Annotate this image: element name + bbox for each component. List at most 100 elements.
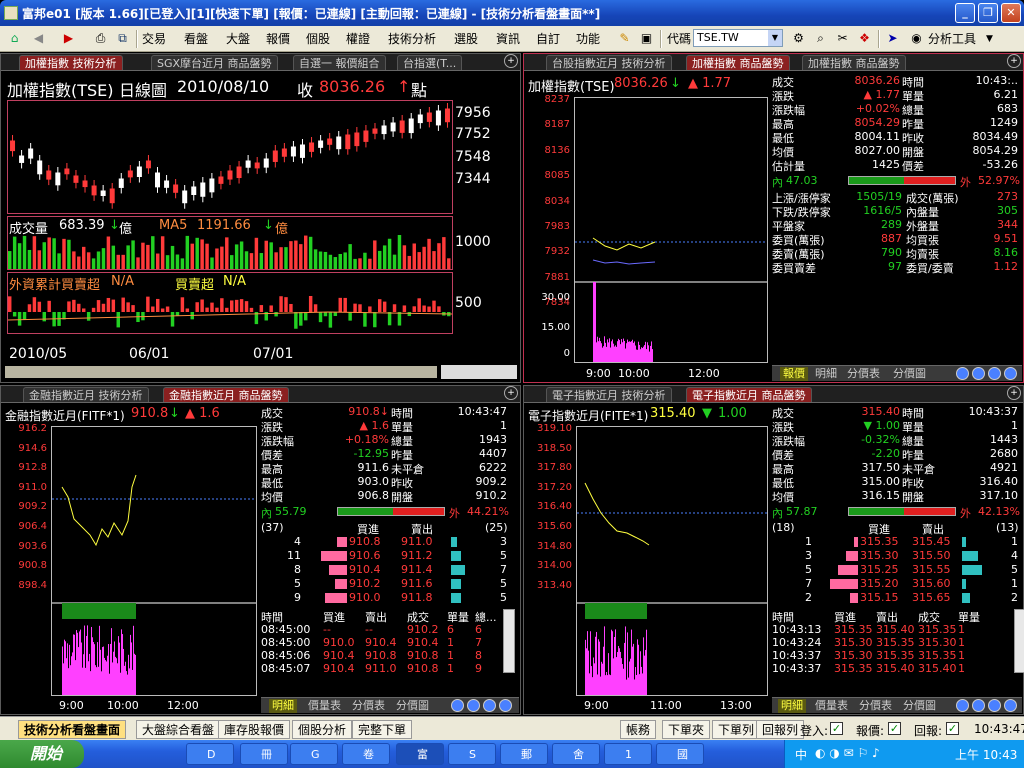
tab-detail[interactable]: 明細 — [812, 367, 840, 381]
taskbar-item[interactable]: G — [290, 743, 338, 765]
cursor-icon[interactable]: ➤ — [884, 30, 901, 47]
home-icon[interactable]: ⌂ — [6, 30, 23, 47]
tab-workspace-analysis[interactable]: 個股分析 — [292, 720, 353, 739]
taskbar-item[interactable]: 1 — [604, 743, 652, 765]
code-input[interactable]: TSE.TW ▼ — [693, 29, 783, 47]
close-button[interactable]: ✕ — [1001, 3, 1021, 23]
tab-workspace-technical[interactable]: 技術分析看盤畫面 — [18, 720, 127, 739]
taskbar-item[interactable]: 卷 — [342, 743, 390, 765]
zoom-icon[interactable]: + — [1007, 54, 1021, 68]
tab-taiex-market[interactable]: 加權指數 商品盤勢 — [686, 55, 790, 70]
tab-price-chart[interactable]: 分價圖 — [890, 367, 929, 381]
maximize-button[interactable]: ❐ — [978, 3, 998, 23]
start-button[interactable]: 開始 — [0, 740, 84, 768]
account-button[interactable]: 帳務 — [620, 720, 657, 739]
minimize-button[interactable]: _ — [955, 3, 975, 23]
tab-quote[interactable]: 報價 — [780, 367, 808, 381]
nav-first-icon[interactable] — [451, 699, 464, 712]
menu-function[interactable]: 功能 — [576, 29, 600, 49]
tab-price-chart[interactable]: 分價圖 — [900, 699, 939, 713]
nav-first-icon[interactable] — [956, 367, 969, 380]
order-folder-button[interactable]: 下單夾 — [662, 720, 711, 739]
nav-last-icon[interactable] — [499, 699, 512, 712]
popout-icon[interactable]: ⧉ — [114, 30, 131, 47]
taskbar-item-active[interactable]: 富 — [396, 743, 444, 765]
forward-icon[interactable]: ▶ — [60, 30, 77, 47]
quote-checkbox[interactable]: ✓ — [888, 722, 901, 735]
nav-prev-icon[interactable] — [972, 367, 985, 380]
chevron-down-icon[interactable]: ▼ — [768, 30, 782, 46]
back-icon[interactable]: ◀ — [30, 30, 47, 47]
menu-screener[interactable]: 選股 — [454, 29, 478, 49]
menu-watch[interactable]: 看盤 — [184, 29, 208, 49]
chart-tools[interactable] — [441, 365, 517, 379]
menu-quote[interactable]: 報價 — [266, 29, 290, 49]
tab-tw-tech[interactable]: 台股指數近月 技術分析 — [546, 55, 672, 70]
vertical-scrollbar[interactable] — [503, 609, 515, 673]
tab-price-table[interactable]: 分價表 — [349, 699, 388, 713]
menu-market[interactable]: 大盤 — [226, 29, 250, 49]
chevron-down-icon[interactable]: ▼ — [986, 29, 993, 49]
nav-last-icon[interactable] — [1004, 699, 1017, 712]
taskbar-item[interactable]: 郵 — [500, 743, 548, 765]
menu-trade[interactable]: 交易 — [142, 29, 166, 49]
tab-workspace-order[interactable]: 完整下單 — [352, 720, 413, 739]
pen-icon[interactable]: ✎ — [616, 30, 633, 47]
print-icon[interactable]: ⎙ — [92, 30, 109, 47]
report-checkbox[interactable]: ✓ — [946, 722, 959, 735]
tools-icon[interactable]: ✂ — [834, 30, 851, 47]
tab-watchlist[interactable]: 自選一 報價組合 — [293, 55, 386, 70]
tab-workspace-inventory[interactable]: 庫存股報價 — [218, 720, 291, 739]
title-bar[interactable]: 富邦e01 [版本 1.66][已登入][1][快速下單] [報價：已連線] [… — [0, 0, 1024, 26]
menu-warrant[interactable]: 權證 — [346, 29, 370, 49]
tab-taiex-market-2[interactable]: 加權指數 商品盤勢 — [802, 55, 906, 70]
tab-detail[interactable]: 明細 — [778, 699, 806, 713]
tab-price-table[interactable]: 分價表 — [856, 699, 895, 713]
menu-technical[interactable]: 技術分析 — [388, 29, 436, 49]
taskbar-item[interactable]: 國 — [656, 743, 704, 765]
tab-elec-tech[interactable]: 電子指數近月 技術分析 — [546, 387, 672, 402]
tab-detail[interactable]: 明細 — [269, 699, 297, 713]
menu-info[interactable]: 資訊 — [496, 29, 520, 49]
menu-custom[interactable]: 自訂 — [536, 29, 560, 49]
tray-icons[interactable]: ◐ ◑ ✉ ⚐ ♪ — [815, 746, 880, 760]
tab-elec-market[interactable]: 電子指數近月 商品盤勢 — [686, 387, 812, 402]
horizontal-scrollbar[interactable] — [5, 366, 437, 378]
analysis-tools-menu[interactable]: 分析工具 — [928, 29, 976, 49]
tab-volume-table[interactable]: 價量表 — [812, 699, 851, 713]
nav-next-icon[interactable] — [988, 367, 1001, 380]
taskbar-item[interactable]: D — [186, 743, 234, 765]
tab-sgx[interactable]: SGX摩台近月 商品盤勢 — [151, 55, 278, 70]
order-bar-button[interactable]: 下單列 — [712, 720, 761, 739]
tab-options[interactable]: 台指選(T... — [397, 55, 463, 70]
settings-icon[interactable]: ⚙ — [790, 30, 807, 47]
menu-stock[interactable]: 個股 — [306, 29, 330, 49]
nav-first-icon[interactable] — [956, 699, 969, 712]
tab-fin-tech[interactable]: 金融指數近月 技術分析 — [23, 387, 149, 402]
taskbar-item[interactable]: 冊 — [240, 743, 288, 765]
tab-price-chart[interactable]: 分價圖 — [393, 699, 432, 713]
nav-prev-icon[interactable] — [972, 699, 985, 712]
search-icon[interactable]: ⌕ — [812, 30, 829, 47]
report-bar-button[interactable]: 回報列 — [756, 720, 805, 739]
zoom-icon[interactable]: + — [504, 386, 518, 400]
window-icon[interactable]: ▣ — [638, 30, 655, 47]
taskbar-item[interactable]: S — [448, 743, 496, 765]
ime-indicator[interactable]: 中 — [795, 746, 807, 763]
tab-volume-table[interactable]: 價量表 — [305, 699, 344, 713]
taskbar-item[interactable]: 舍 — [552, 743, 600, 765]
nav-prev-icon[interactable] — [467, 699, 480, 712]
alert-icon[interactable]: ❖ — [856, 30, 873, 47]
nav-next-icon[interactable] — [483, 699, 496, 712]
tab-taiex-tech[interactable]: 加權指數 技術分析 — [19, 55, 123, 70]
analysis-icon[interactable]: ◉ — [908, 30, 925, 47]
zoom-icon[interactable]: + — [504, 54, 518, 68]
login-checkbox[interactable]: ✓ — [830, 722, 843, 735]
tab-price-table[interactable]: 分價表 — [844, 367, 883, 381]
tab-workspace-market[interactable]: 大盤綜合看盤 — [136, 720, 221, 739]
tab-fin-market[interactable]: 金融指數近月 商品盤勢 — [163, 387, 289, 402]
nav-next-icon[interactable] — [988, 699, 1001, 712]
zoom-icon[interactable]: + — [1007, 386, 1021, 400]
vertical-scrollbar[interactable] — [1014, 609, 1024, 673]
nav-last-icon[interactable] — [1004, 367, 1017, 380]
